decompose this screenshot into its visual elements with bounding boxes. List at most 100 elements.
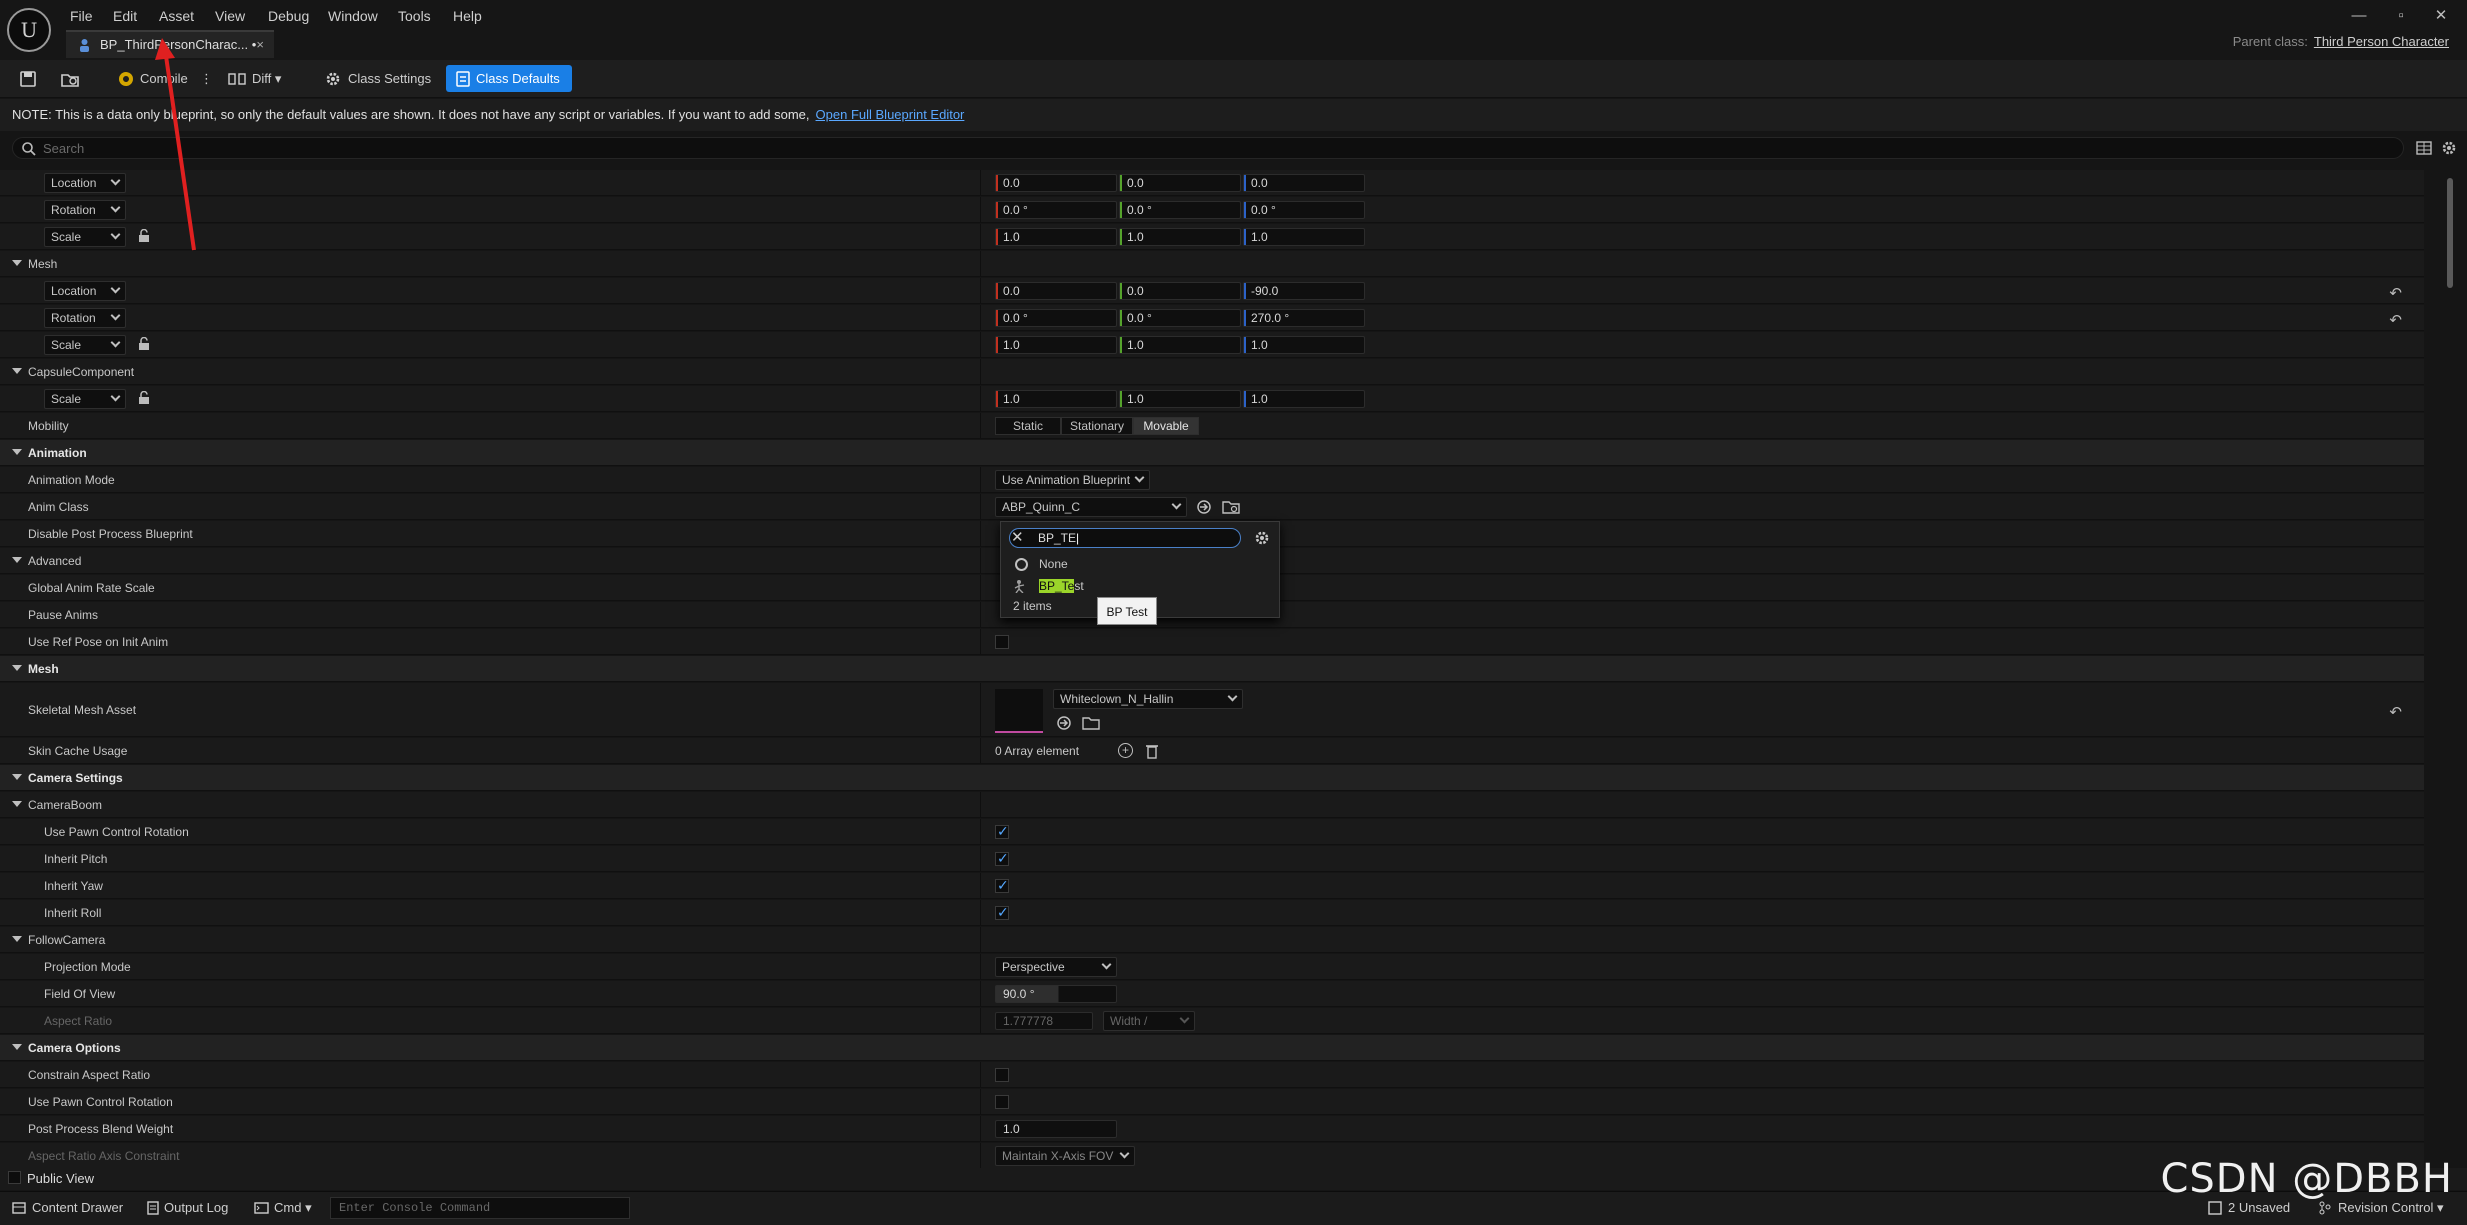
location-x-field[interactable]: 0.0 xyxy=(995,174,1117,192)
menu-help[interactable]: Help xyxy=(453,5,482,27)
camera-options-category[interactable]: Camera Options xyxy=(0,1035,2424,1061)
mesh-rotation-dropdown[interactable]: Rotation xyxy=(44,308,126,328)
menu-edit[interactable]: Edit xyxy=(113,5,137,27)
rotation-x-field[interactable]: 0.0 ° xyxy=(995,201,1117,219)
parent-class-link[interactable]: Third Person Character xyxy=(2314,34,2449,49)
scale-z-field[interactable]: 1.0 xyxy=(1243,228,1365,246)
mesh-rotation-z-field[interactable]: 270.0 ° xyxy=(1243,309,1365,327)
mesh-rotation-x-field[interactable]: 0.0 ° xyxy=(995,309,1117,327)
capsule-header[interactable]: CapsuleComponent xyxy=(0,359,2424,385)
animation-category[interactable]: Animation xyxy=(0,440,2424,466)
mesh-location-x-field[interactable]: 0.0 xyxy=(995,282,1117,300)
rotation-y-field[interactable]: 0.0 ° xyxy=(1119,201,1241,219)
capsule-scale-z-field[interactable]: 1.0 xyxy=(1243,390,1365,408)
revision-control-button[interactable]: Revision Control ▾ xyxy=(2318,1200,2444,1216)
mobility-static[interactable]: Static xyxy=(995,417,1061,435)
mobility-stationary[interactable]: Stationary xyxy=(1061,417,1133,435)
mesh-location-z-field[interactable]: -90.0 xyxy=(1243,282,1365,300)
class-defaults-button[interactable]: Class Defaults xyxy=(446,65,572,92)
mesh-scale-y-field[interactable]: 1.0 xyxy=(1119,336,1241,354)
location-z-field[interactable]: 0.0 xyxy=(1243,174,1365,192)
minimize-icon[interactable]: — xyxy=(2346,6,2372,26)
asset-tab[interactable]: BP_ThirdPersonCharac... • × xyxy=(66,30,274,58)
search-input[interactable] xyxy=(43,139,2393,157)
maximize-icon[interactable]: ▫ xyxy=(2388,6,2414,26)
camera-settings-category[interactable]: Camera Settings xyxy=(0,765,2424,791)
details-search[interactable] xyxy=(12,137,2404,159)
menu-view[interactable]: View xyxy=(215,5,245,27)
boom-pawn-rotation-checkbox[interactable] xyxy=(995,823,1009,840)
scale-mode-dropdown[interactable]: Scale xyxy=(44,227,126,247)
picker-item-none[interactable]: None xyxy=(1011,554,1271,574)
follow-camera-header[interactable]: FollowCamera xyxy=(0,927,2424,953)
animation-mode-dropdown[interactable]: Use Animation Blueprint xyxy=(995,470,1150,490)
mesh-scale-x-field[interactable]: 1.0 xyxy=(995,336,1117,354)
constrain-aspect-checkbox[interactable] xyxy=(995,1068,1009,1082)
skeletal-mesh-dropdown[interactable]: Whiteclown_N_Hallin xyxy=(1053,689,1243,709)
tab-close-icon[interactable]: × xyxy=(256,32,264,58)
mobility-movable[interactable]: Movable xyxy=(1133,417,1199,435)
mesh-scale-dropdown[interactable]: Scale xyxy=(44,335,126,355)
class-settings-button[interactable]: Class Settings xyxy=(322,65,431,92)
picker-settings-icon[interactable] xyxy=(1253,529,1271,547)
compile-options-icon[interactable]: ⋮ xyxy=(200,65,213,92)
options-pawn-rotation-checkbox[interactable] xyxy=(995,1095,1009,1109)
mesh-category[interactable]: Mesh xyxy=(0,656,2424,682)
mesh-rotation-y-field[interactable]: 0.0 ° xyxy=(1119,309,1241,327)
browse-icon[interactable] xyxy=(60,69,80,89)
use-selected-icon[interactable] xyxy=(1056,715,1072,731)
unreal-logo[interactable]: U xyxy=(7,8,51,52)
location-mode-dropdown[interactable]: Location xyxy=(44,173,126,193)
console-command-input[interactable] xyxy=(330,1197,630,1219)
save-icon[interactable] xyxy=(18,69,38,89)
inherit-roll-checkbox[interactable] xyxy=(995,904,1009,921)
clear-search-icon[interactable]: ✕ xyxy=(1011,530,1024,545)
public-view-checkbox[interactable] xyxy=(8,1171,21,1184)
anim-class-dropdown[interactable]: ABP_Quinn_C xyxy=(995,497,1187,517)
mesh-scale-z-field[interactable]: 1.0 xyxy=(1243,336,1365,354)
add-element-icon[interactable]: + xyxy=(1118,743,1133,758)
output-log-button[interactable]: Output Log xyxy=(146,1200,228,1215)
unsaved-button[interactable]: 2 Unsaved xyxy=(2208,1200,2290,1215)
scale-x-field[interactable]: 1.0 xyxy=(995,228,1117,246)
inherit-pitch-checkbox[interactable] xyxy=(995,850,1009,867)
axis-constraint-dropdown[interactable]: Maintain X-Axis FOV xyxy=(995,1146,1135,1166)
compile-button[interactable]: Compile xyxy=(116,65,188,92)
rotation-mode-dropdown[interactable]: Rotation xyxy=(44,200,126,220)
inherit-yaw-checkbox[interactable] xyxy=(995,877,1009,894)
projection-mode-dropdown[interactable]: Perspective xyxy=(995,957,1117,977)
browse-folder-icon[interactable] xyxy=(1082,715,1100,731)
mesh-thumbnail[interactable] xyxy=(995,689,1043,733)
diff-button[interactable]: Diff ▾ xyxy=(228,65,281,92)
browse-folder-icon[interactable] xyxy=(1222,499,1240,515)
fov-slider-field[interactable]: 90.0 ° xyxy=(995,985,1117,1003)
location-y-field[interactable]: 0.0 xyxy=(1119,174,1241,192)
mesh-transform-header[interactable]: Mesh xyxy=(0,251,2424,277)
rotation-z-field[interactable]: 0.0 ° xyxy=(1243,201,1365,219)
unlock-icon[interactable] xyxy=(137,391,151,405)
ref-pose-checkbox[interactable] xyxy=(995,635,1009,649)
reset-to-default-icon[interactable]: ↶ xyxy=(2389,703,2402,721)
menu-tools[interactable]: Tools xyxy=(398,5,431,27)
reset-to-default-icon[interactable]: ↶ xyxy=(2389,284,2402,302)
details-scrollbar[interactable] xyxy=(2447,178,2453,288)
content-drawer-button[interactable]: Content Drawer xyxy=(12,1200,123,1215)
settings-gear-icon[interactable] xyxy=(2440,139,2458,157)
menu-asset[interactable]: Asset xyxy=(159,5,194,27)
unlock-icon[interactable] xyxy=(137,229,151,243)
picker-item-bp-test[interactable]: BP_Test xyxy=(1011,576,1271,596)
pp-blend-field[interactable]: 1.0 xyxy=(995,1120,1117,1138)
cmd-dropdown[interactable]: Cmd ▾ xyxy=(254,1200,312,1216)
reset-to-default-icon[interactable]: ↶ xyxy=(2389,311,2402,329)
scale-y-field[interactable]: 1.0 xyxy=(1119,228,1241,246)
mesh-location-dropdown[interactable]: Location xyxy=(44,281,126,301)
unlock-icon[interactable] xyxy=(137,337,151,351)
close-window-icon[interactable]: ✕ xyxy=(2428,6,2454,26)
menu-debug[interactable]: Debug xyxy=(268,5,309,27)
trash-icon[interactable] xyxy=(1145,743,1159,759)
menu-window[interactable]: Window xyxy=(328,5,378,27)
mesh-location-y-field[interactable]: 0.0 xyxy=(1119,282,1241,300)
table-view-icon[interactable] xyxy=(2415,139,2433,157)
camera-boom-header[interactable]: CameraBoom xyxy=(0,792,2424,818)
open-full-editor-link[interactable]: Open Full Blueprint Editor xyxy=(816,107,965,122)
